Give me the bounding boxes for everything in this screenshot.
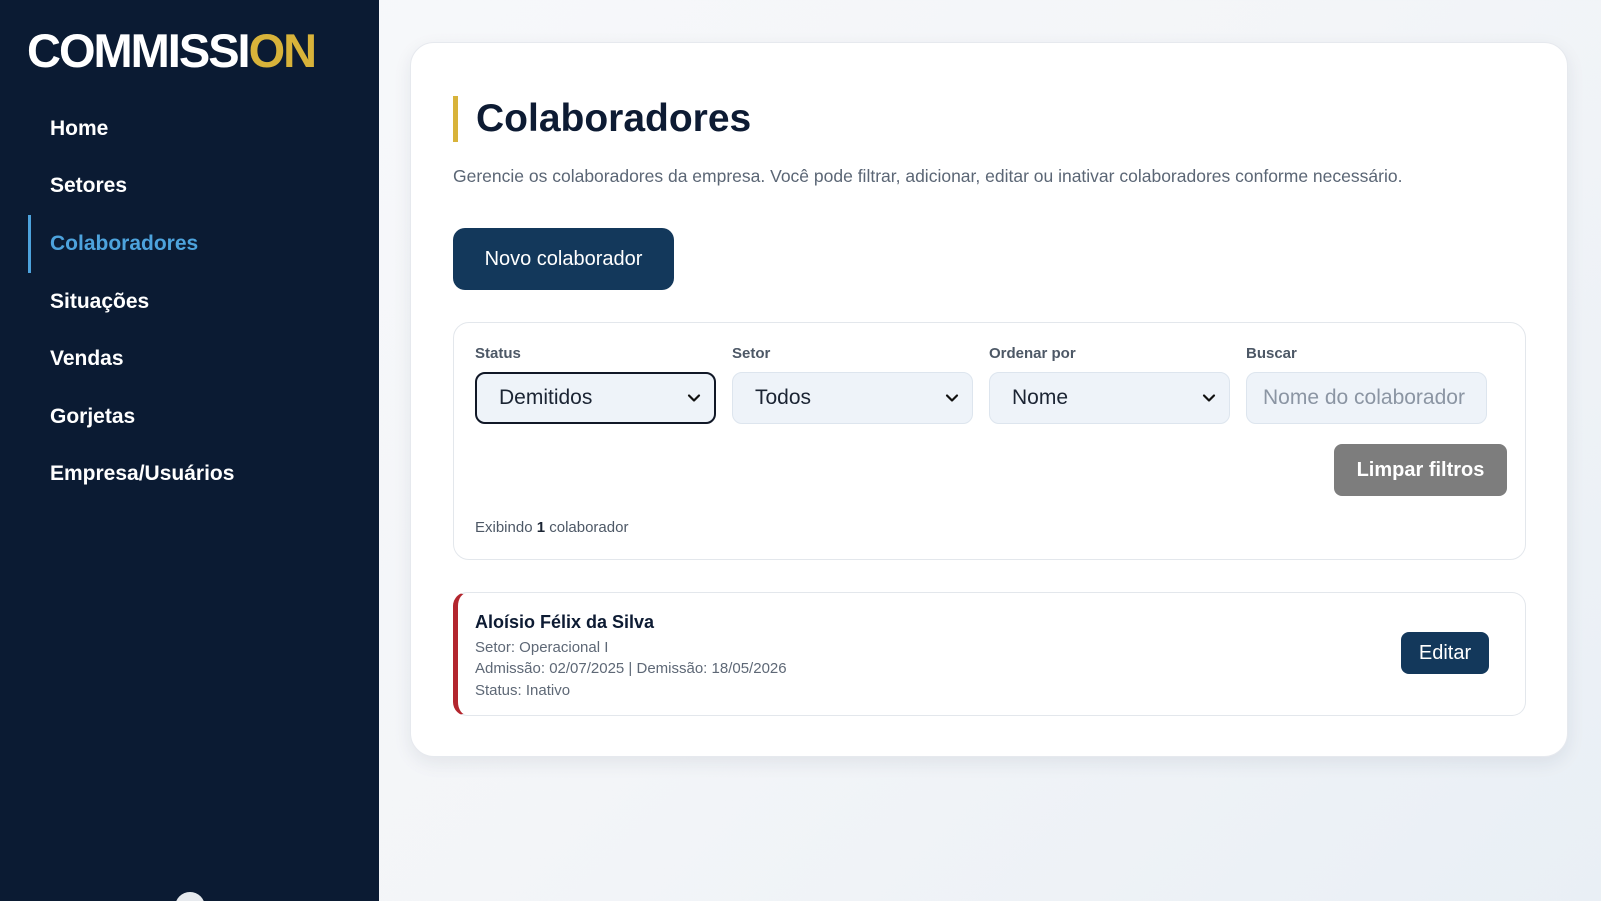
search-filter-label: Buscar — [1246, 345, 1297, 362]
sidebar-item-setores[interactable]: Setores — [28, 158, 358, 216]
sidebar-item-home[interactable]: Home — [28, 100, 358, 158]
order-select[interactable]: Nome — [989, 372, 1230, 424]
sidebar-item-gorjetas[interactable]: Gorjetas — [28, 388, 358, 446]
order-filter-label: Ordenar por — [989, 345, 1076, 362]
results-count-suffix: colaborador — [545, 519, 629, 536]
sidebar-item-situacoes[interactable]: Situações — [28, 273, 358, 331]
chevron-down-icon — [1202, 394, 1216, 402]
edit-employee-button[interactable]: Editar — [1401, 632, 1489, 674]
search-filter: Buscar Nome do colaborador — [1246, 345, 1487, 424]
results-count: Exibindo 1 colaborador — [475, 519, 628, 536]
sidebar-item-empresa-usuarios[interactable]: Empresa/Usuários — [28, 446, 358, 504]
chevron-down-icon — [945, 394, 959, 402]
results-count-prefix: Exibindo — [475, 519, 537, 536]
setor-select-value: Todos — [755, 386, 812, 409]
logo-text-accent: ON — [248, 24, 317, 77]
order-select-value: Nome — [1012, 386, 1069, 409]
new-employee-button[interactable]: Novo colaborador — [453, 228, 674, 290]
page-title: Colaboradores — [476, 97, 752, 140]
app-logo[interactable]: COMMISSION — [27, 24, 317, 78]
search-input[interactable]: Nome do colaborador — [1246, 372, 1487, 424]
setor-filter: Setor Todos — [732, 345, 973, 424]
chevron-down-icon — [687, 394, 701, 402]
status-filter: Status Demitidos — [475, 345, 716, 424]
employee-status: Status: Inativo — [475, 682, 571, 699]
status-filter-label: Status — [475, 345, 521, 362]
sidebar-scroll-handle[interactable] — [175, 892, 205, 901]
logo-text-main: COMMISSI — [27, 24, 251, 77]
sidebar-item-colaboradores[interactable]: Colaboradores — [28, 215, 358, 273]
results-count-number: 1 — [536, 519, 546, 536]
setor-filter-label: Setor — [732, 345, 771, 362]
filters-panel: Status Demitidos Setor Todos Ordenar por… — [453, 322, 1526, 560]
page-header: Colaboradores — [453, 96, 751, 142]
clear-filters-button[interactable]: Limpar filtros — [1334, 444, 1507, 496]
sidebar-nav: Home Setores Colaboradores Situações Ven… — [28, 100, 358, 503]
order-filter: Ordenar por Nome — [989, 345, 1230, 424]
employee-dates: Admissão: 02/07/2025 | Demissão: 18/05/2… — [475, 660, 787, 677]
status-select-value: Demitidos — [499, 386, 593, 409]
employee-name: Aloísio Félix da Silva — [475, 612, 655, 632]
sidebar-item-vendas[interactable]: Vendas — [28, 330, 358, 388]
sidebar: COMMISSION Home Setores Colaboradores Si… — [0, 0, 379, 901]
status-select[interactable]: Demitidos — [475, 372, 716, 424]
page-description: Gerencie os colaboradores da empresa. Vo… — [453, 166, 1403, 186]
employee-setor: Setor: Operacional I — [475, 639, 609, 656]
employee-row: Aloísio Félix da Silva Setor: Operaciona… — [453, 592, 1526, 716]
main-card: Colaboradores Gerencie os colaboradores … — [410, 42, 1568, 757]
setor-select[interactable]: Todos — [732, 372, 973, 424]
